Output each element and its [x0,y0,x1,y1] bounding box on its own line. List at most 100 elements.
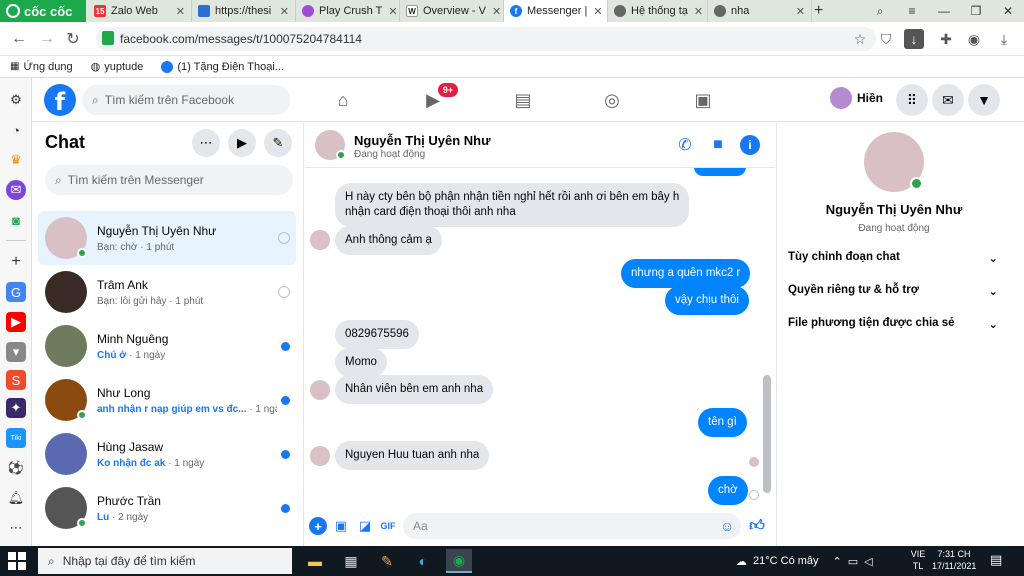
windows-start-icon[interactable] [8,552,26,570]
gif-icon[interactable]: GIF [379,517,397,535]
facebook-search-input[interactable]: ⌕ Tìm kiếm trên Facebook [82,85,290,115]
avatar[interactable] [315,130,346,160]
menu-icon[interactable]: ≡ [896,0,928,22]
tab-playcrush[interactable]: Play Crush T ✕ [296,0,400,22]
browser-brand[interactable]: cốc cốc [0,0,86,22]
options-button[interactable]: ⋯ [192,129,220,157]
option-privacy-support[interactable]: Quyền riêng tư & hỗ trợ ⌄ [788,284,998,298]
store-icon[interactable]: ▦ [338,549,364,573]
tab-zalo[interactable]: 15 Zalo Web ✕ [88,0,192,22]
soccer-icon[interactable]: ⚽ [6,458,26,478]
close-icon[interactable]: ✕ [587,5,602,18]
download-icon[interactable]: ↓ [904,29,924,49]
add-icon[interactable]: + [6,252,26,272]
option-customize-chat[interactable]: Tùy chỉnh đoạn chat ⌄ [788,251,998,265]
close-icon[interactable]: ✕ [486,5,501,18]
scrollbar[interactable] [763,375,771,493]
message-input[interactable]: Aa [403,513,741,539]
minimize-button[interactable]: — [928,0,960,22]
account-dropdown-icon[interactable]: ▼ [968,84,1000,116]
bell-icon[interactable]: 🔔︎ [6,488,26,508]
secure-lock-icon[interactable] [102,31,114,45]
taskbar-search-input[interactable]: ⌕ Nhập tại đây để tìm kiếm [38,548,292,574]
close-window-button[interactable]: ✕ [992,0,1024,22]
notification-center-icon[interactable]: ▤ [990,552,1002,568]
file-explorer-icon[interactable]: ▬ [302,549,328,573]
tiki-icon[interactable]: Tiki [6,428,26,448]
account-icon[interactable]: ◉ [964,29,984,49]
conversation-item[interactable]: Như Long anh nhận r nạp giúp em vs đc...… [38,373,296,427]
language-indicator[interactable]: VIE TL [908,548,928,572]
avatar[interactable] [864,132,924,192]
extensions-icon[interactable]: ✚ [936,29,956,49]
tab-hethong[interactable]: Hệ thống tạ ✕ [608,0,708,22]
shield-icon[interactable]: ⛉ [876,29,896,49]
conversation-item[interactable]: Trâm Ank Bạn: lỗi gửi hây · 1 phút [38,265,296,319]
shopping-icon[interactable]: ⌕ [864,0,896,22]
image-icon[interactable]: ▣ [332,517,350,535]
messenger-button[interactable]: ✉ [932,84,964,116]
messenger-icon[interactable]: ✉ [6,180,26,200]
bookmark-yuptude[interactable]: ◍ yuptude [91,60,144,74]
messenger-search-input[interactable]: ⌕ Tìm kiếm trên Messenger [45,165,293,195]
paint-icon[interactable]: ✎ [374,549,400,573]
speaker-icon[interactable]: ◁ [864,555,872,568]
conversation-item[interactable]: Phước Trần Lu · 2 ngày [38,481,296,535]
tv-icon[interactable]: ▾ [6,342,26,362]
conversation-title[interactable]: Nguyễn Thị Uyên Như [354,133,491,148]
game-app-icon[interactable]: ✦ [6,398,26,418]
network-icon[interactable]: ▭ [848,555,858,568]
more-icon[interactable]: ⋯ [6,518,26,538]
facebook-logo-icon[interactable]: f [44,84,76,116]
youtube-icon[interactable]: ▶ [6,312,26,332]
close-icon[interactable]: ✕ [688,5,703,18]
option-shared-media[interactable]: File phương tiện được chia sẻ ⌄ [788,317,998,331]
conversation-item[interactable]: Minh Nguêng Chú ở · 1 ngày [38,319,296,373]
emoji-icon[interactable]: ☺ [718,517,736,535]
conversation-item[interactable]: Nguyễn Thị Uyên Như Bạn: chờ · 1 phút [38,211,296,265]
crown-icon[interactable]: ♛ [6,150,26,170]
clock[interactable]: 7:31 CH 17/11/2021 [932,548,976,572]
close-icon[interactable]: ✕ [382,5,397,18]
more-actions-icon[interactable]: + [309,517,327,535]
maximize-button[interactable]: ❐ [960,0,992,22]
star-icon[interactable]: ☆ [850,29,870,49]
forward-icon[interactable]: → [36,28,58,50]
groups-icon[interactable]: ◎ [597,86,627,114]
tab-overview[interactable]: W Overview - V ✕ [400,0,504,22]
translate-icon[interactable]: G [6,282,26,302]
url-bar[interactable]: facebook.com/messages/t/100075204784114 [96,27,876,51]
sticker-icon[interactable]: ◪ [356,517,374,535]
back-icon[interactable]: ← [8,28,30,50]
history-icon[interactable]: ◔ [6,120,26,140]
new-tab-button[interactable]: + [814,2,823,20]
home-icon[interactable]: ⌂ [328,86,358,114]
phone-icon[interactable]: ✆ [674,135,696,155]
game-icon[interactable]: ◙ [6,210,26,230]
reload-icon[interactable]: ↻ [62,28,84,50]
shopee-icon[interactable]: S [6,370,26,390]
chevron-up-icon[interactable]: ⌃ [833,555,842,568]
edge-icon[interactable]: ◐ [410,549,436,573]
tab-nha[interactable]: nha ✕ [708,0,812,22]
video-room-button[interactable]: ▶ [228,129,256,157]
close-icon[interactable]: ✕ [790,5,805,18]
menu-grid-icon[interactable]: ⠿ [896,84,928,116]
tab-messenger[interactable]: f Messenger | ✕ [504,0,608,22]
marketplace-icon[interactable]: ▤ [508,86,538,114]
bookmark-facebook[interactable]: (1) Tặng Điện Thoại... [161,60,284,73]
downloads-icon[interactable]: ⤓ [994,29,1014,49]
close-icon[interactable]: ✕ [274,5,289,18]
tab-thesi[interactable]: https://thesi ✕ [192,0,296,22]
gaming-icon[interactable]: ▣ [688,86,718,114]
bookmark-apps[interactable]: ▦ Ứng dụng [10,61,73,73]
like-icon[interactable]: 👍︎ [748,517,766,535]
settings-icon[interactable]: ⚙ [6,90,26,110]
coccoc-taskbar-icon[interactable]: ◉ [446,549,472,573]
info-icon[interactable]: i [740,135,760,155]
profile-link[interactable]: Hiền [830,87,883,109]
video-call-icon[interactable]: ■ [707,135,729,155]
conversation-item[interactable]: Hùng Jasaw Ko nhận đc ak · 1 ngày [38,427,296,481]
new-message-button[interactable]: ✎ [264,129,292,157]
close-icon[interactable]: ✕ [170,5,185,18]
